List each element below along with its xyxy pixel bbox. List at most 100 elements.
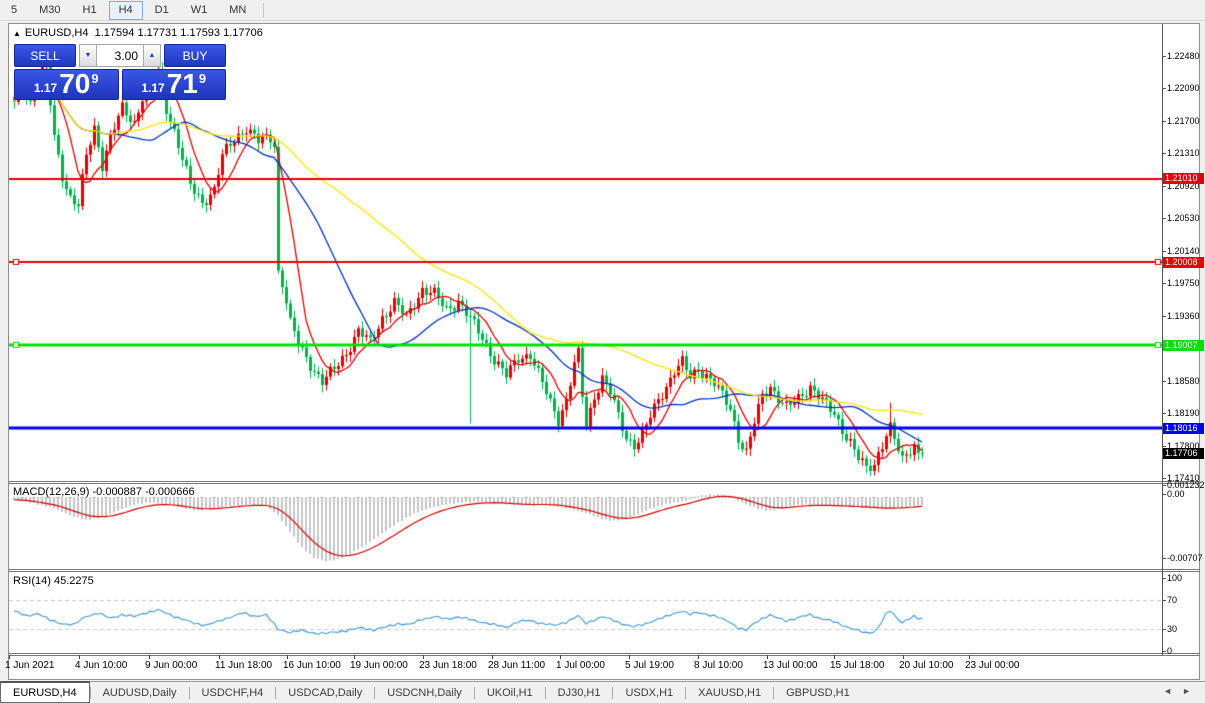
pane-separator — [9, 483, 1200, 484]
time-axis-tick — [9, 655, 10, 659]
macd-label: MACD(12,26,9) -0.000887 -0.000666 — [13, 486, 195, 498]
tab-eurusd[interactable]: EURUSD,H4 — [0, 681, 90, 703]
pane-separator[interactable] — [9, 569, 1200, 570]
time-axis-line — [9, 655, 1200, 656]
volume-spinner: ▼ 3.00 ▲ — [79, 44, 161, 67]
price-axis-label: 1.19750 — [1167, 278, 1200, 288]
time-axis-label: 1 Jul 00:00 — [556, 660, 605, 671]
price-axis-tick — [1162, 218, 1166, 219]
volume-decrease-button[interactable]: ▼ — [79, 44, 97, 67]
pane-separator — [9, 653, 1200, 654]
buy-price-prefix: 1.17 — [141, 81, 164, 95]
price-axis-label: 1.22090 — [1167, 83, 1200, 93]
price-axis-tick — [1162, 316, 1166, 317]
tab-usdchf[interactable]: USDCHF,H4 — [190, 682, 276, 703]
price-axis-label: 1.18190 — [1167, 408, 1200, 418]
rsi-label: RSI(14) 45.2275 — [13, 575, 94, 587]
time-axis-tick — [969, 655, 970, 659]
sell-price-prefix: 1.17 — [34, 81, 57, 95]
time-axis-label: 23 Jul 00:00 — [965, 660, 1020, 671]
tab-dj30[interactable]: DJ30,H1 — [546, 682, 613, 703]
time-axis-tick — [354, 655, 355, 659]
collapse-triangle-icon[interactable]: ▲ — [13, 29, 21, 38]
time-axis-tick — [219, 655, 220, 659]
low-value: 1.17593 — [180, 27, 220, 39]
time-axis-tick — [698, 655, 699, 659]
time-axis-label: 13 Jul 00:00 — [763, 660, 818, 671]
tab-usdcad[interactable]: USDCAD,Daily — [276, 682, 374, 703]
price-axis-tick — [1162, 251, 1166, 252]
buy-price-pip: 9 — [199, 71, 206, 86]
rsi-axis-tick — [1162, 651, 1166, 652]
time-axis-tick — [79, 655, 80, 659]
timeframe-button-h4[interactable]: H4 — [109, 1, 143, 20]
price-axis-tick — [1162, 381, 1166, 382]
rsi-axis-label: 30 — [1167, 624, 1177, 634]
mt4-terminal: 5M30H1H4D1W1MN ▲EURUSD,H4 1.17594 1.1773… — [0, 0, 1205, 703]
time-axis-label: 11 Jun 18:00 — [215, 660, 272, 671]
price-axis-tick — [1162, 186, 1166, 187]
price-axis-tick — [1162, 88, 1166, 89]
time-axis-tick — [903, 655, 904, 659]
rsi-axis-tick — [1162, 629, 1166, 630]
macd-axis-label: 0.00 — [1167, 489, 1185, 499]
timeframe-button-w1[interactable]: W1 — [181, 1, 218, 20]
one-click-trading-widget: SELL ▼ 3.00 ▲ BUY 1.17 70 9 1.17 71 9 — [14, 44, 226, 100]
price-axis-tick — [1162, 121, 1166, 122]
pane-separator[interactable] — [9, 481, 1200, 482]
time-axis-label: 15 Jul 18:00 — [830, 660, 885, 671]
tab-usdcnh[interactable]: USDCNH,Daily — [375, 682, 474, 703]
time-axis-label: 23 Jun 18:00 — [419, 660, 477, 671]
time-axis-label: 4 Jun 10:00 — [75, 660, 127, 671]
time-axis-tick — [423, 655, 424, 659]
tab-usdx[interactable]: USDX,H1 — [613, 682, 685, 703]
time-axis-label: 20 Jul 10:00 — [899, 660, 954, 671]
time-axis-label: 8 Jul 10:00 — [694, 660, 743, 671]
tab-audusd[interactable]: AUDUSD,Daily — [91, 682, 189, 703]
timeframe-button-d1[interactable]: D1 — [145, 1, 179, 20]
timeframe-toolbar: 5M30H1H4D1W1MN — [0, 0, 1205, 21]
rsi-axis-label: 70 — [1167, 595, 1177, 605]
buy-button[interactable]: BUY — [164, 44, 226, 67]
macd-hist-value: -0.000887 — [92, 486, 142, 498]
timeframe-button-mn[interactable]: MN — [219, 1, 256, 20]
timeframe-button-m30[interactable]: M30 — [29, 1, 70, 20]
sell-button[interactable]: SELL — [14, 44, 76, 67]
price-axis-label: 1.20140 — [1167, 246, 1200, 256]
time-axis-tick — [492, 655, 493, 659]
rsi-axis-tick — [1162, 600, 1166, 601]
time-axis-label: 16 Jun 10:00 — [283, 660, 341, 671]
timeframe-button-h1[interactable]: H1 — [73, 1, 107, 20]
macd-axis-tick — [1162, 494, 1166, 495]
time-axis-tick — [834, 655, 835, 659]
tab-scroll-left-icon[interactable]: ◄ — [1163, 686, 1172, 696]
time-axis-tick — [629, 655, 630, 659]
tab-gbpusd[interactable]: GBPUSD,H1 — [774, 682, 862, 703]
time-axis-label: 9 Jun 00:00 — [145, 660, 197, 671]
tab-xauusd[interactable]: XAUUSD,H1 — [686, 682, 773, 703]
rsi-axis-label: 0 — [1167, 646, 1172, 656]
volume-increase-button[interactable]: ▲ — [143, 44, 161, 67]
hline-price-label: 1.18016 — [1163, 423, 1204, 434]
sell-price-big: 70 — [59, 72, 90, 96]
price-axis-tick — [1162, 478, 1166, 479]
price-axis-tick — [1162, 413, 1166, 414]
symbol-label: EURUSD,H4 — [25, 27, 89, 39]
hline-price-label: 1.21010 — [1163, 173, 1204, 184]
sell-price-button[interactable]: 1.17 70 9 — [14, 69, 119, 100]
tab-scroll-right-icon[interactable]: ► — [1182, 686, 1191, 696]
tab-ukoil[interactable]: UKOil,H1 — [475, 682, 545, 703]
macd-name: MACD(12,26,9) — [13, 486, 89, 498]
chart-ohlc-header: ▲EURUSD,H4 1.17594 1.17731 1.17593 1.177… — [13, 27, 263, 39]
rsi-axis-label: 100 — [1167, 573, 1182, 583]
open-value: 1.17594 — [95, 27, 135, 39]
buy-price-button[interactable]: 1.17 71 9 — [122, 69, 227, 100]
rsi-pane-canvas[interactable] — [9, 572, 1162, 653]
timeframe-button-5[interactable]: 5 — [1, 1, 27, 20]
volume-input[interactable]: 3.00 — [97, 44, 143, 67]
price-axis-tick — [1162, 56, 1166, 57]
rsi-value: 45.2275 — [54, 575, 94, 587]
close-value: 1.17706 — [223, 27, 263, 39]
rsi-axis-tick — [1162, 578, 1166, 579]
buy-price-big: 71 — [167, 72, 198, 96]
